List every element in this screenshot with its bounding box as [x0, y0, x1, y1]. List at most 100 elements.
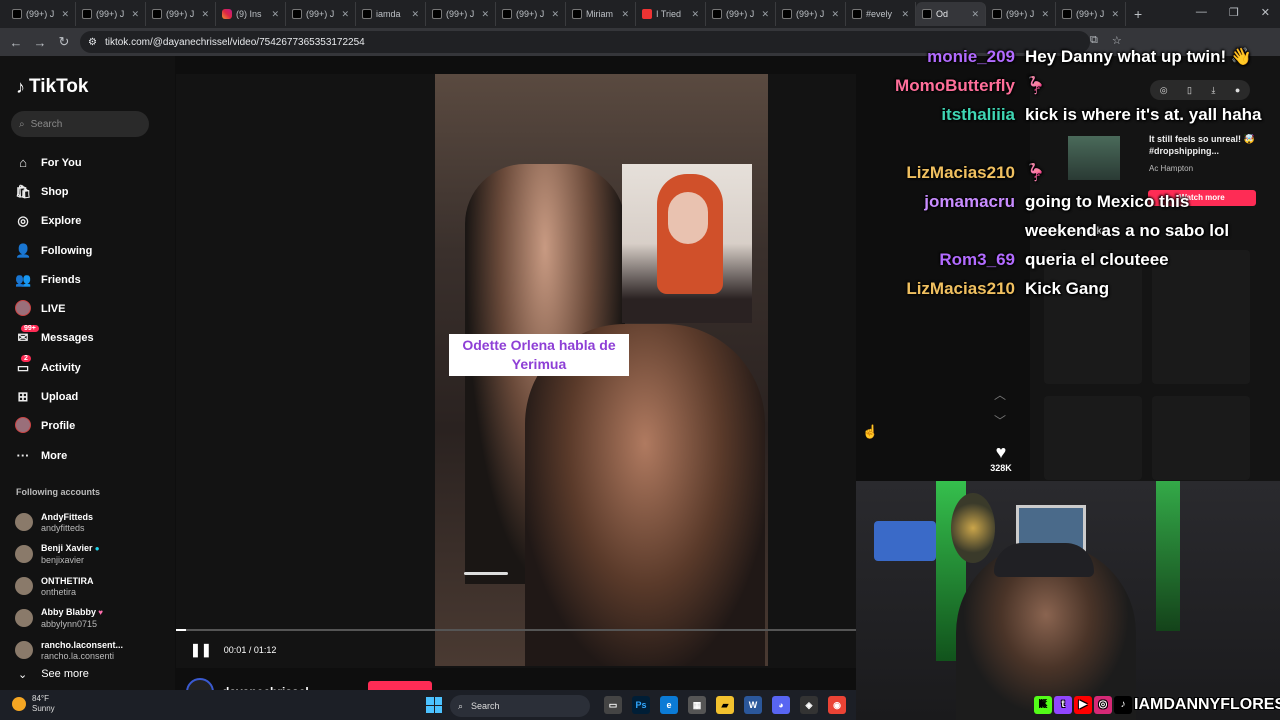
notification-badge: 2	[21, 354, 31, 362]
close-tab-icon[interactable]: ✕	[831, 9, 839, 20]
video-progress-fill	[176, 629, 186, 631]
following-account[interactable]: AndyFitteds andyfitteds	[15, 506, 123, 538]
browser-tab[interactable]: (99+) J ✕	[426, 2, 496, 26]
chat-username: MomoButterfly	[895, 76, 1015, 95]
sidebar-item-following[interactable]: 👤 Following	[15, 236, 94, 265]
store-icon[interactable]: ▦	[688, 696, 706, 714]
next-video-icon[interactable]: ﹀	[994, 412, 1006, 429]
account-avatar	[15, 545, 33, 563]
site-info-icon[interactable]: ⚙	[88, 37, 97, 48]
suggested-video-title[interactable]: It still feels so unreal! 🤯 #dropshippin…	[1149, 133, 1259, 157]
suggestion-tile[interactable]	[1044, 396, 1142, 480]
chat-message: Rom3_69 queria el clouteee	[880, 245, 1280, 274]
messages-icon: ✉ 99+	[15, 325, 39, 346]
twitch-icon: t	[1054, 696, 1072, 714]
close-tab-icon[interactable]: ✕	[61, 9, 69, 20]
close-tab-icon[interactable]: ✕	[411, 9, 419, 20]
close-tab-icon[interactable]: ✕	[971, 9, 979, 20]
sidebar-item-more[interactable]: ··· More	[15, 441, 94, 470]
close-tab-icon[interactable]: ✕	[201, 9, 209, 20]
browser-tab[interactable]: (99+) J ✕	[76, 2, 146, 26]
browser-tab[interactable]: (99+) J ✕	[776, 2, 846, 26]
minimize-icon[interactable]: —	[1196, 6, 1207, 19]
close-tab-icon[interactable]: ✕	[901, 9, 909, 20]
following-account[interactable]: ONTHETIRA onthetira	[15, 570, 123, 602]
taskbar-search[interactable]: ⌕ Search	[450, 695, 590, 717]
following-icon: 👤	[15, 242, 32, 258]
tiktok-icon	[82, 9, 92, 19]
browser-tab[interactable]: (9) Ins ✕	[216, 2, 286, 26]
close-tab-icon[interactable]: ✕	[691, 9, 699, 20]
browser-tab[interactable]: Od ✕	[916, 2, 986, 26]
discord-icon[interactable]: ◕	[772, 696, 790, 714]
close-tab-icon[interactable]: ✕	[1041, 9, 1049, 20]
sidebar-item-live[interactable]: LIVE	[15, 294, 94, 323]
browser-tab[interactable]: (99+) J ✕	[146, 2, 216, 26]
sidebar-item-friends[interactable]: 👥 Friends	[15, 265, 94, 294]
close-window-icon[interactable]: ✕	[1261, 6, 1270, 19]
edge-icon[interactable]: e	[660, 696, 678, 714]
windows-start-icon[interactable]	[426, 697, 442, 713]
sidebar-item-upload[interactable]: ⊞ Upload	[15, 382, 94, 411]
close-tab-icon[interactable]: ✕	[341, 9, 349, 20]
close-tab-icon[interactable]: ✕	[271, 9, 279, 20]
browser-tab[interactable]: Miriam ✕	[566, 2, 636, 26]
close-tab-icon[interactable]: ✕	[131, 9, 139, 20]
sidebar-item-profile[interactable]: Profile	[15, 412, 94, 441]
account-avatar	[15, 609, 33, 627]
tiktok-icon	[712, 9, 722, 19]
see-more-button[interactable]: ⌄ See more	[18, 668, 89, 681]
browser-tab[interactable]: (99+) J ✕	[706, 2, 776, 26]
chrome-icon[interactable]: ◉	[828, 696, 846, 714]
browser-tab-label: (99+) J	[1006, 9, 1035, 19]
video-progress-bar[interactable]	[176, 629, 856, 631]
account-name: Abby Blabby ♥	[41, 606, 103, 619]
sidebar-item-for-you[interactable]: ⌂ For You	[15, 148, 94, 177]
sidebar-item-shop[interactable]: 🛍 Shop	[15, 177, 94, 206]
sidebar-item-messages[interactable]: ✉ 99+ Messages	[15, 324, 94, 353]
tiktok-logo[interactable]: ♪ TikTok	[16, 76, 88, 98]
file-explorer-icon[interactable]: ▰	[716, 696, 734, 714]
following-account[interactable]: rancho.laconsent... rancho.la.consenti	[15, 634, 123, 666]
sidebar-item-explore[interactable]: ◎ Explore	[15, 207, 94, 236]
suggestion-tile[interactable]	[1152, 396, 1250, 480]
word-icon[interactable]: W	[744, 696, 762, 714]
browser-tab[interactable]: iamda ✕	[356, 2, 426, 26]
pause-icon[interactable]: ❚❚	[190, 642, 212, 658]
weather-widget[interactable]: 84°F Sunny	[12, 694, 55, 714]
like-button[interactable]: ♥ 328K	[988, 442, 1014, 473]
new-tab-button[interactable]: +	[1134, 6, 1142, 22]
browser-tab[interactable]: (99+) J ✕	[496, 2, 566, 26]
browser-tab[interactable]: (99+) J ✕	[986, 2, 1056, 26]
browser-tab[interactable]: (99+) J ✕	[1056, 2, 1126, 26]
webcam-streamer-cap	[994, 543, 1094, 577]
browser-tab[interactable]: (99+) J ✕	[286, 2, 356, 26]
close-tab-icon[interactable]: ✕	[481, 9, 489, 20]
back-icon[interactable]: ←	[4, 35, 28, 50]
streamer-webcam	[856, 481, 1280, 720]
search-input[interactable]: ⌕ Search	[11, 111, 149, 137]
video-caption: Odette Orlena habla de Yerimua	[449, 334, 629, 376]
browser-tab-label: (99+) J	[726, 9, 755, 19]
app-icon[interactable]: ◈	[800, 696, 818, 714]
reload-icon[interactable]: ↻	[52, 34, 76, 50]
maximize-icon[interactable]: ❐	[1229, 6, 1239, 19]
close-tab-icon[interactable]: ✕	[1111, 9, 1119, 20]
task-view-icon[interactable]: ▭	[604, 696, 622, 714]
following-account[interactable]: Abby Blabby ♥ abbylynn0715	[15, 602, 123, 634]
browser-tab[interactable]: #evely ✕	[846, 2, 916, 26]
forward-icon[interactable]: →	[28, 35, 52, 50]
shop-icon: 🛍	[15, 183, 32, 199]
previous-video-icon[interactable]: ︿	[994, 386, 1006, 403]
browser-tab-strip: (99+) J ✕ (99+) J ✕ (99+) J ✕ (9) Ins ✕ (99+) J ✕…	[0, 0, 1280, 28]
close-tab-icon[interactable]: ✕	[761, 9, 769, 20]
sidebar-item-activity[interactable]: ▭ 2 Activity	[15, 353, 94, 382]
browser-tab[interactable]: (99+) J ✕	[6, 2, 76, 26]
chat-text: queria el clouteee	[1025, 250, 1169, 269]
chat-text: Hey Danny what up twin! 👋	[1025, 47, 1253, 66]
close-tab-icon[interactable]: ✕	[621, 9, 629, 20]
browser-tab[interactable]: I Tried ✕	[636, 2, 706, 26]
following-account[interactable]: Benji Xavier ● benjixavier	[15, 538, 123, 570]
photoshop-icon[interactable]: Ps	[632, 696, 650, 714]
close-tab-icon[interactable]: ✕	[551, 9, 559, 20]
